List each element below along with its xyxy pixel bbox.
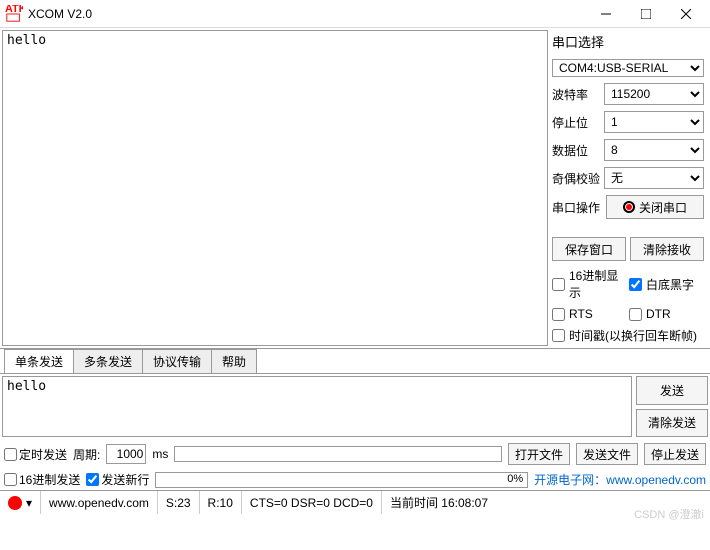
minimize-button[interactable] bbox=[586, 0, 626, 28]
file-path-display bbox=[174, 446, 502, 462]
rts-checkbox[interactable] bbox=[552, 308, 565, 321]
titlebar: ATK XCOM V2.0 bbox=[0, 0, 710, 28]
send-tabs: 单条发送 多条发送 协议传输 帮助 bbox=[0, 349, 710, 373]
operate-label: 串口操作 bbox=[552, 199, 600, 216]
status-icon bbox=[8, 496, 22, 510]
port-select-label: 串口选择 bbox=[552, 32, 704, 51]
data-select[interactable]: 8 bbox=[604, 139, 704, 161]
expand-icon[interactable]: ▾ bbox=[26, 496, 32, 510]
white-bg-checkbox[interactable] bbox=[629, 278, 642, 291]
send-file-button[interactable]: 发送文件 bbox=[576, 443, 638, 465]
clear-send-button[interactable]: 清除发送 bbox=[636, 409, 708, 438]
port-select[interactable]: COM4:USB-SERIAL bbox=[552, 59, 704, 77]
period-label: 周期: bbox=[73, 446, 100, 463]
send-input[interactable] bbox=[3, 377, 631, 433]
close-button[interactable] bbox=[666, 0, 706, 28]
stop-select[interactable]: 1 bbox=[604, 111, 704, 133]
progress-bar: 0% bbox=[155, 472, 528, 488]
hex-display-checkbox[interactable] bbox=[552, 278, 565, 291]
baud-label: 波特率 bbox=[552, 86, 600, 103]
receive-area: hello bbox=[2, 30, 548, 346]
status-url[interactable]: www.openedv.com bbox=[41, 491, 158, 514]
send-button[interactable]: 发送 bbox=[636, 376, 708, 405]
period-input[interactable] bbox=[106, 444, 146, 464]
parity-select[interactable]: 无 bbox=[604, 167, 704, 189]
period-unit: ms bbox=[152, 447, 168, 461]
tab-multi-send[interactable]: 多条发送 bbox=[73, 349, 143, 373]
status-sent: S:23 bbox=[158, 491, 200, 514]
open-file-button[interactable]: 打开文件 bbox=[508, 443, 570, 465]
window-title: XCOM V2.0 bbox=[28, 7, 586, 21]
maximize-button[interactable] bbox=[626, 0, 666, 28]
tab-help[interactable]: 帮助 bbox=[211, 349, 257, 373]
baud-select[interactable]: 115200 bbox=[604, 83, 704, 105]
data-label: 数据位 bbox=[552, 142, 600, 159]
status-received: R:10 bbox=[200, 491, 242, 514]
send-newline-checkbox[interactable] bbox=[86, 473, 99, 486]
parity-label: 奇偶校验 bbox=[552, 170, 600, 187]
stop-send-button[interactable]: 停止发送 bbox=[644, 443, 706, 465]
status-signals: CTS=0 DSR=0 DCD=0 bbox=[242, 491, 382, 514]
stop-label: 停止位 bbox=[552, 114, 600, 131]
hex-send-checkbox[interactable] bbox=[4, 473, 17, 486]
app-logo-icon: ATK bbox=[4, 4, 24, 24]
settings-panel: 串口选择 COM4:USB-SERIAL 波特率 115200 停止位 1 数据… bbox=[550, 28, 710, 348]
status-bar: ▾ www.openedv.com S:23 R:10 CTS=0 DSR=0 … bbox=[0, 490, 710, 514]
close-port-button[interactable]: 关闭串口 bbox=[606, 195, 704, 219]
status-time: 当前时间 16:08:07 bbox=[382, 491, 496, 514]
save-window-button[interactable]: 保存窗口 bbox=[552, 237, 626, 261]
timed-send-checkbox[interactable] bbox=[4, 448, 17, 461]
tab-protocol[interactable]: 协议传输 bbox=[142, 349, 212, 373]
clear-receive-button[interactable]: 清除接收 bbox=[630, 237, 704, 261]
timestamp-checkbox[interactable] bbox=[552, 329, 565, 342]
dtr-checkbox[interactable] bbox=[629, 308, 642, 321]
record-icon bbox=[623, 201, 635, 213]
tab-single-send[interactable]: 单条发送 bbox=[4, 349, 74, 373]
receive-text[interactable]: hello bbox=[3, 31, 547, 345]
promo-link[interactable]: 开源电子网：www.openedv.com bbox=[534, 471, 706, 488]
